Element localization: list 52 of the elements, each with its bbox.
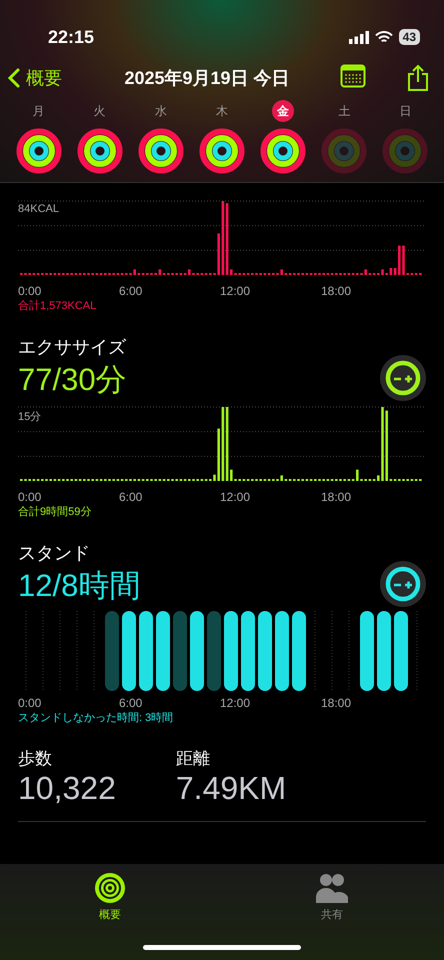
axis-label: 12:00: [220, 284, 252, 298]
activity-rings-icon[interactable]: [76, 128, 123, 174]
total-label: 合計9時間59分: [18, 504, 92, 519]
day-label[interactable]: 月: [28, 100, 50, 122]
axis-label: 18:00: [321, 284, 352, 298]
people-icon: [315, 873, 349, 903]
date-title: 2025年9月19日 今日: [123, 67, 291, 90]
stat-label: 距離: [176, 748, 211, 770]
stat-label: 歩数: [18, 748, 53, 770]
activity-rings-icon[interactable]: [198, 128, 245, 174]
back-button[interactable]: 概要: [8, 66, 62, 90]
activity-rings-icon[interactable]: [138, 128, 184, 174]
goal-value: 77/30分: [18, 361, 127, 399]
chevron-left-icon: [8, 68, 20, 88]
rings-icon: [95, 873, 125, 903]
stat-value: 10,322: [18, 770, 116, 807]
total-label: 合計1,573KCAL: [18, 298, 98, 313]
section-title: スタンド: [18, 542, 91, 565]
activity-rings-icon[interactable]: [260, 128, 306, 174]
axis-label: 84KCAL: [18, 203, 59, 215]
battery-level: 43: [398, 29, 420, 45]
day-label[interactable]: 日: [394, 100, 416, 122]
axis-label: 6:00: [119, 490, 144, 504]
wifi-icon: [374, 30, 393, 44]
day-label[interactable]: 木: [210, 100, 233, 122]
signal-icon: [348, 30, 369, 44]
tab-item[interactable]: 共有: [309, 872, 355, 924]
stat-value: 7.49KM: [176, 770, 286, 807]
goal-adjust-icon[interactable]: [380, 355, 426, 401]
axis-label: 0:00: [18, 696, 42, 710]
axis-label: 12:00: [220, 696, 252, 710]
day-label[interactable]: 水: [150, 100, 172, 122]
total-label: スタンドしなかった時間: 3時間: [18, 711, 174, 725]
axis-label: 18:00: [321, 490, 352, 504]
calendar-icon[interactable]: [340, 64, 366, 88]
axis-label: 15分: [18, 410, 42, 424]
section-title: エクササイズ: [18, 336, 127, 359]
activity-rings-icon[interactable]: [16, 128, 62, 174]
axis-label: 6:00: [119, 696, 144, 710]
day-label[interactable]: 金: [272, 100, 294, 122]
axis-label: 18:00: [321, 696, 352, 710]
axis-label: 0:00: [18, 284, 42, 298]
axis-label: 12:00: [220, 490, 252, 504]
day-label[interactable]: 火: [88, 100, 111, 122]
axis-label: 6:00: [119, 284, 144, 298]
tab-item[interactable]: 概要: [89, 872, 131, 924]
share-icon[interactable]: [406, 64, 430, 92]
goal-adjust-icon[interactable]: [380, 561, 426, 607]
status-time: 22:15: [48, 26, 94, 48]
goal-value: 12/8時間: [18, 567, 140, 605]
day-label[interactable]: 土: [333, 100, 356, 122]
axis-label: 0:00: [18, 490, 42, 504]
